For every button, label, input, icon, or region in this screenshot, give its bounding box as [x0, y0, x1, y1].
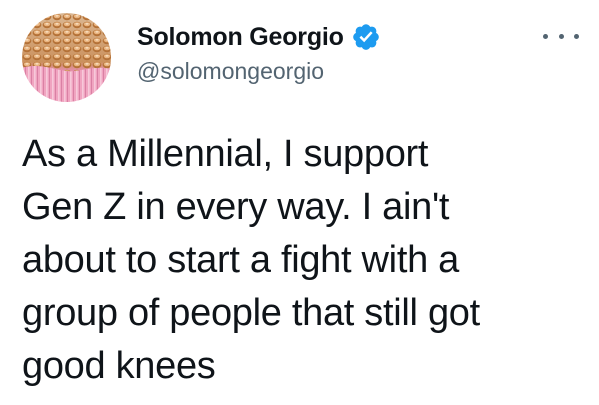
tweet-card: Solomon Georgio @solomongeorgio As a Mil…	[0, 0, 599, 405]
tweet-header: Solomon Georgio @solomongeorgio	[137, 20, 381, 85]
more-options-icon[interactable]	[543, 28, 579, 44]
handle[interactable]: @solomongeorgio	[137, 58, 381, 85]
avatar-image	[22, 13, 111, 102]
dot	[543, 33, 548, 39]
tweet-text: As a Millennial, I support Gen Z in ever…	[22, 133, 480, 387]
avatar[interactable]	[22, 13, 111, 102]
dot	[558, 33, 564, 39]
display-name[interactable]: Solomon Georgio	[137, 23, 344, 52]
verified-badge-icon	[351, 22, 381, 52]
name-row: Solomon Georgio	[137, 20, 381, 54]
dot	[574, 33, 579, 39]
